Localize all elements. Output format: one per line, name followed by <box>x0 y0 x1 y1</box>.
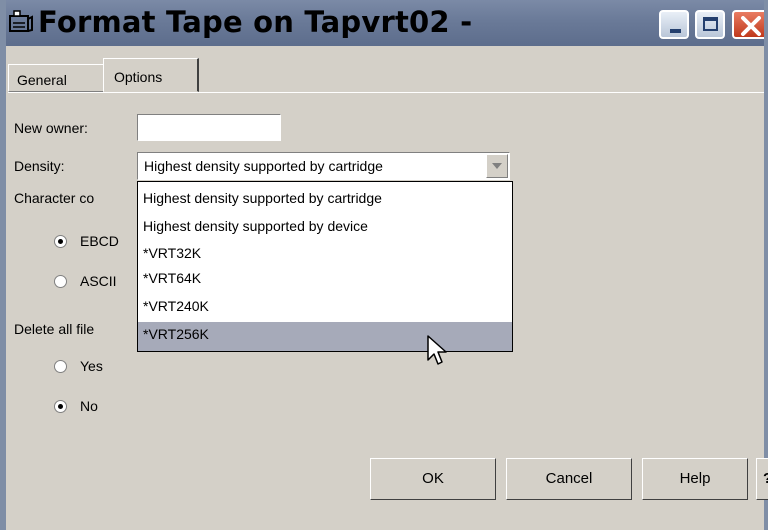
mouse-pointer-icon <box>427 335 447 365</box>
maximize-button[interactable] <box>695 10 725 39</box>
density-label: Density: <box>14 158 65 174</box>
new-owner-label: New owner: <box>14 120 88 136</box>
minimize-icon <box>670 29 681 33</box>
window-frame-right <box>764 0 768 530</box>
close-button[interactable] <box>732 10 768 39</box>
minimize-button[interactable] <box>659 10 689 39</box>
cancel-button[interactable]: Cancel <box>506 458 632 500</box>
delete-all-files-label: Delete all file <box>14 321 95 337</box>
new-owner-field[interactable] <box>137 114 281 141</box>
density-option[interactable]: Highest density supported by cartridge <box>138 186 512 210</box>
density-option[interactable]: Highest density supported by device <box>138 214 512 238</box>
density-option[interactable]: *VRT64K <box>138 266 512 290</box>
app-icon <box>9 10 33 32</box>
delete-no-radio[interactable] <box>54 400 67 413</box>
density-dropdown-list[interactable]: Highest density supported by cartridge H… <box>137 181 513 352</box>
ascii-radio-label[interactable]: ASCII <box>80 273 117 289</box>
delete-no-radio-label[interactable]: No <box>80 398 98 414</box>
delete-yes-radio[interactable] <box>54 360 67 373</box>
density-combo-box[interactable]: Highest density supported by cartridge <box>137 152 510 180</box>
window-title: Format Tape on Tapvrt02 - <box>38 5 473 39</box>
tab-general[interactable]: General <box>8 64 104 92</box>
ebcdic-radio[interactable] <box>54 235 67 248</box>
density-option[interactable]: *VRT240K <box>138 294 512 318</box>
chevron-down-icon <box>492 163 502 169</box>
window-frame-left <box>0 0 6 530</box>
density-selected-value: Highest density supported by cartridge <box>144 158 383 174</box>
density-dropdown-button[interactable] <box>486 154 508 178</box>
maximize-icon <box>703 17 718 31</box>
delete-yes-radio-label[interactable]: Yes <box>80 358 103 374</box>
character-code-label: Character co <box>14 190 95 206</box>
close-icon <box>741 16 761 36</box>
density-option-highlighted[interactable]: *VRT256K <box>138 322 512 351</box>
ok-button[interactable]: OK <box>370 458 496 500</box>
ebcdic-radio-label[interactable]: EBCD <box>80 233 119 249</box>
title-bar[interactable]: Format Tape on Tapvrt02 - <box>0 0 768 46</box>
context-help-button[interactable]: ? <box>756 458 768 500</box>
help-button[interactable]: Help <box>642 458 748 500</box>
format-tape-window: Format Tape on Tapvrt02 - General Option… <box>0 0 768 530</box>
density-option[interactable]: *VRT32K <box>138 241 512 265</box>
tab-options[interactable]: Options <box>103 58 199 92</box>
ascii-radio[interactable] <box>54 275 67 288</box>
